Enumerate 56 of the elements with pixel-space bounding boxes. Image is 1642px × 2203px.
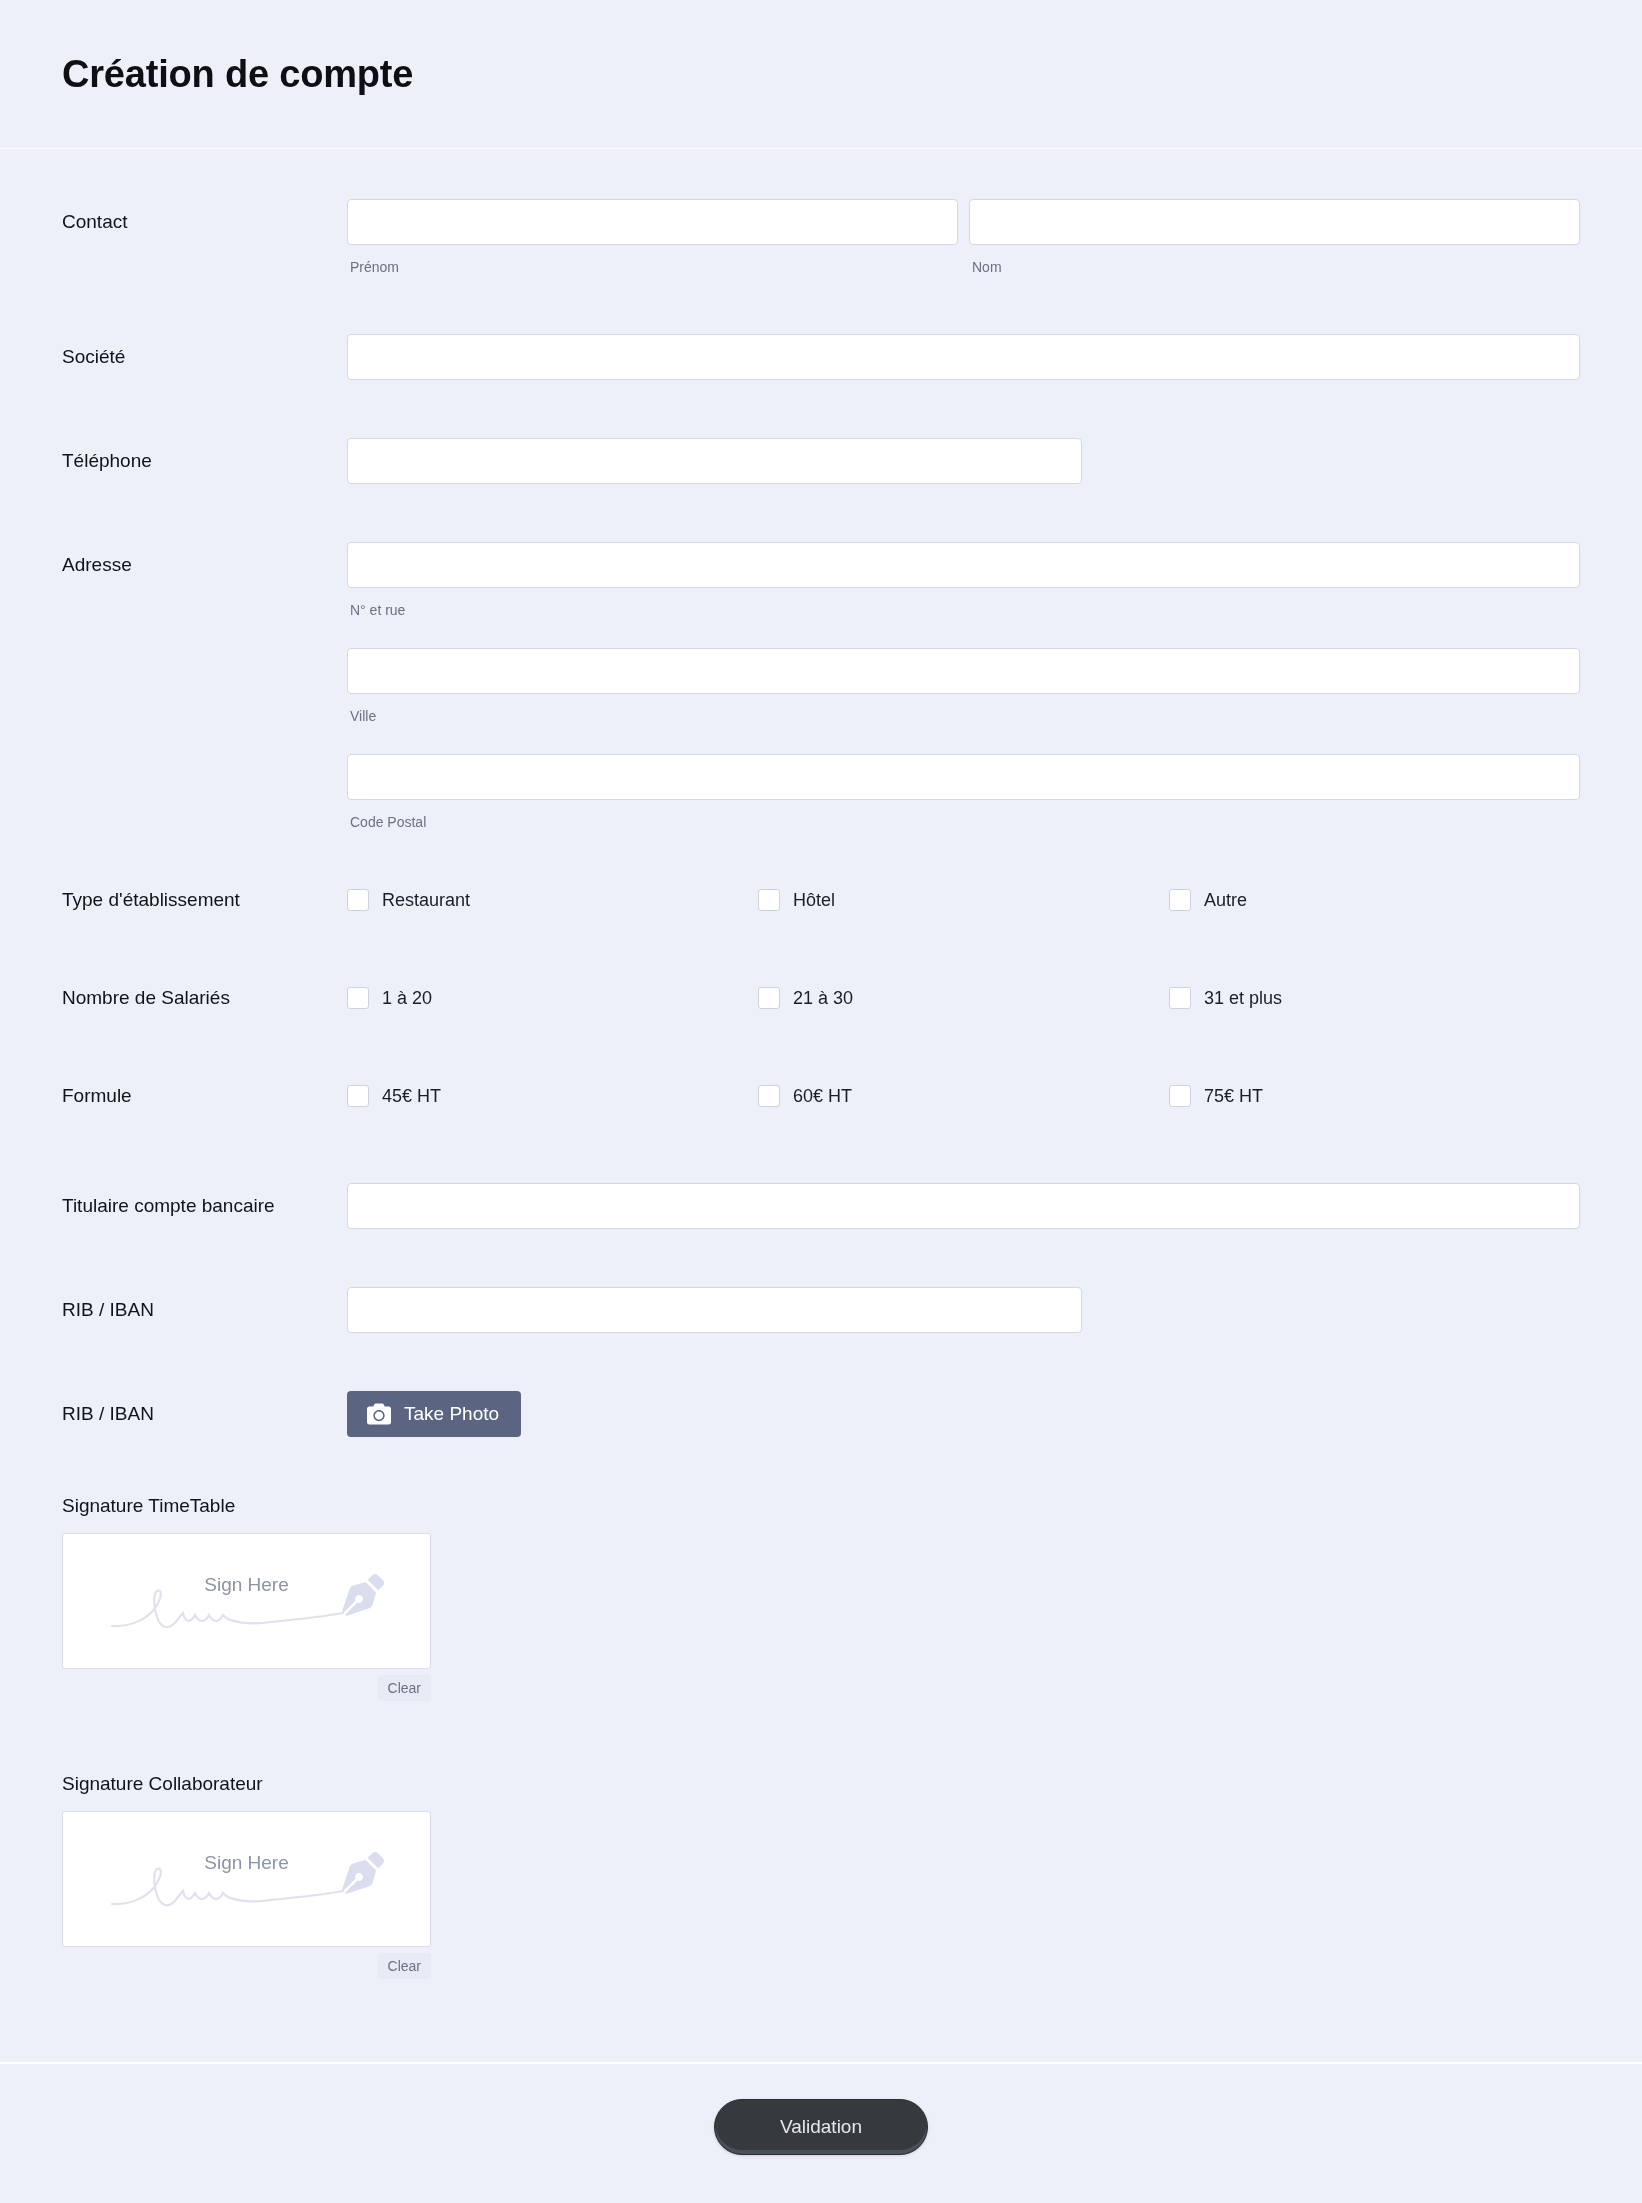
text-field[interactable]: [347, 542, 1580, 588]
option-label: 60€ HT: [793, 1085, 853, 1107]
field-label: Type d'établissement: [62, 889, 240, 911]
text-field[interactable]: [347, 199, 958, 245]
checkbox[interactable]: [347, 1085, 369, 1107]
field-label: RIB / IBAN: [62, 1299, 154, 1321]
field-label: Nombre de Salariés: [62, 987, 230, 1009]
text-field[interactable]: [347, 754, 1580, 800]
field-label: Signature TimeTable: [62, 1495, 236, 1517]
pen-nib-icon: [342, 1852, 384, 1894]
field-label: Société: [62, 346, 126, 368]
field-sublabel: N° et rue: [350, 602, 406, 619]
signature-pad[interactable]: Sign Here: [62, 1533, 431, 1669]
field-label: Adresse: [62, 554, 132, 576]
option-label: Autre: [1204, 889, 1248, 911]
field-label: RIB / IBAN: [62, 1403, 154, 1425]
checkbox[interactable]: [758, 987, 780, 1009]
validation-button[interactable]: Validation: [714, 2099, 928, 2155]
pen-nib-icon: [342, 1574, 384, 1616]
checkbox[interactable]: [1169, 1085, 1191, 1107]
checkbox[interactable]: [347, 889, 369, 911]
checkbox[interactable]: [1169, 987, 1191, 1009]
field-label: Contact: [62, 211, 128, 233]
camera-icon: [367, 1402, 391, 1426]
text-field[interactable]: [347, 1287, 1082, 1333]
field-label: Formule: [62, 1085, 132, 1107]
text-field[interactable]: [347, 438, 1082, 484]
field-sublabel: Prénom: [350, 259, 400, 276]
option-label: Hôtel: [793, 889, 836, 911]
checkbox[interactable]: [758, 1085, 780, 1107]
text-field[interactable]: [347, 648, 1580, 694]
option-label: 1 à 20: [382, 987, 433, 1009]
field-label: Téléphone: [62, 450, 152, 472]
option-label: 75€ HT: [1204, 1085, 1264, 1107]
field-label: Titulaire compte bancaire: [62, 1195, 275, 1217]
checkbox[interactable]: [1169, 889, 1191, 911]
signature-pad[interactable]: Sign Here: [62, 1811, 431, 1947]
checkbox[interactable]: [758, 889, 780, 911]
signature-prompt: Sign Here: [204, 1852, 289, 1874]
take-photo-button[interactable]: Take Photo: [347, 1391, 522, 1437]
text-field[interactable]: [969, 199, 1580, 245]
checkbox[interactable]: [347, 987, 369, 1009]
field-sublabel: Nom: [972, 259, 1002, 276]
clear-button[interactable]: Clear: [377, 1953, 431, 1979]
field-label: Signature Collaborateur: [62, 1773, 263, 1795]
text-field[interactable]: [347, 334, 1580, 380]
option-label: Restaurant: [382, 889, 471, 911]
option-label: 21 à 30: [793, 987, 854, 1009]
clear-button[interactable]: Clear: [377, 1675, 431, 1701]
option-label: 31 et plus: [1204, 987, 1283, 1009]
signature-prompt: Sign Here: [204, 1574, 289, 1596]
form-title: Création de compte: [62, 52, 414, 96]
text-field[interactable]: [347, 1183, 1580, 1229]
field-sublabel: Ville: [350, 708, 377, 725]
option-label: 45€ HT: [382, 1085, 442, 1107]
field-sublabel: Code Postal: [350, 814, 427, 831]
